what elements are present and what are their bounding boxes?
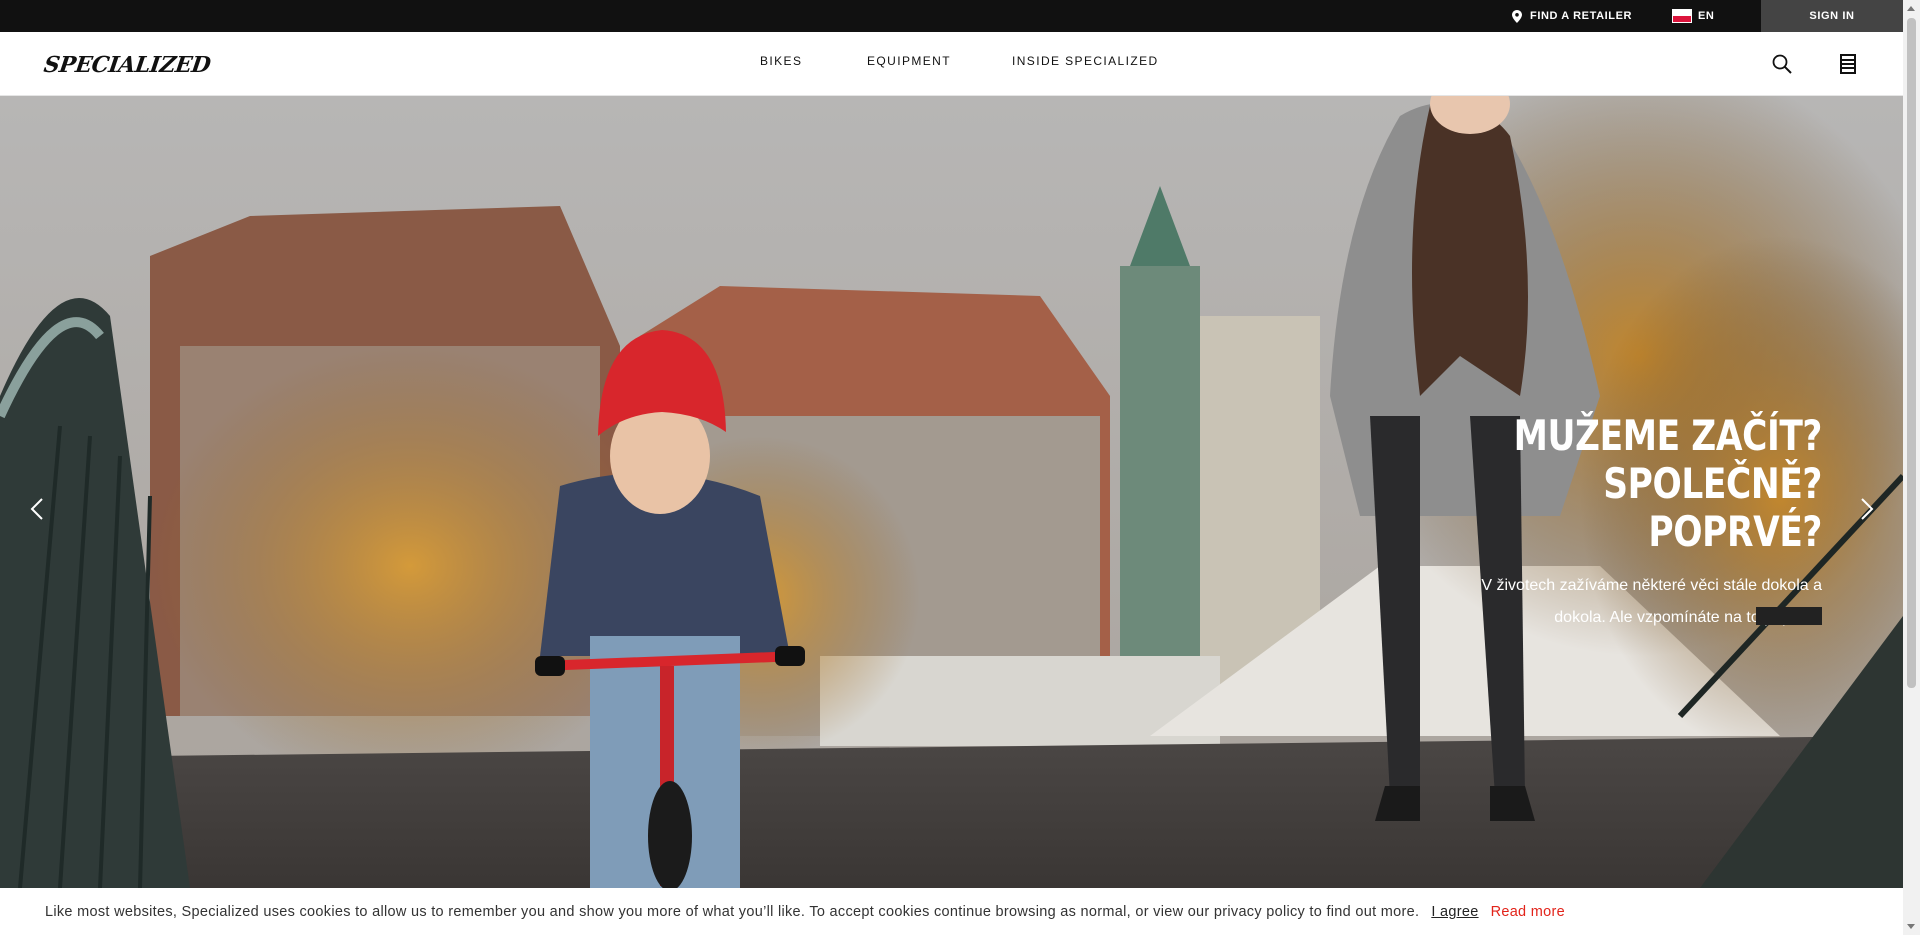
nav-inside-specialized[interactable]: INSIDE SPECIALIZED xyxy=(1012,54,1159,68)
cookie-message: Like most websites, Specialized uses coo… xyxy=(45,903,1420,920)
next-slide-button[interactable] xyxy=(1852,494,1882,524)
search-button[interactable] xyxy=(1770,52,1794,76)
hero-subtitle-line-1: V životech zažíváme některé věci stále d… xyxy=(1481,577,1822,594)
find-retailer-label: FIND A RETAILER xyxy=(1530,10,1633,22)
sign-in-label: SIGN IN xyxy=(1809,10,1855,22)
hero-banner[interactable]: MUŽEME ZAČÍT? SPOLEČNĚ? POPRVÉ? V živote… xyxy=(0,96,1903,888)
cookie-banner: Like most websites, Specialized uses coo… xyxy=(0,888,1903,935)
nav-equipment[interactable]: EQUIPMENT xyxy=(867,54,951,68)
page-scrollbar[interactable] xyxy=(1903,0,1920,935)
find-retailer-link[interactable]: FIND A RETAILER xyxy=(1512,0,1632,32)
main-header: SPECIALIZED BIKES EQUIPMENT INSIDE SPECI… xyxy=(0,32,1903,96)
list-icon xyxy=(1840,54,1856,74)
hero-title-line-2: SPOLEČNĚ? POPRVÉ? xyxy=(1603,459,1822,556)
flag-icon xyxy=(1672,9,1692,23)
scroll-down-arrow-icon[interactable] xyxy=(1907,924,1915,929)
hero-title-line-1: MUŽEME ZAČÍT? xyxy=(1513,411,1823,460)
list-button[interactable] xyxy=(1836,52,1860,76)
cookie-agree-link[interactable]: I agree xyxy=(1431,904,1478,920)
hero-copy: MUŽEME ZAČÍT? SPOLEČNĚ? POPRVÉ? V živote… xyxy=(1402,412,1822,634)
chevron-right-icon xyxy=(1861,498,1874,520)
utility-bar: FIND A RETAILER EN SIGN IN xyxy=(0,0,1903,32)
sign-in-button[interactable]: SIGN IN xyxy=(1761,0,1903,32)
prev-slide-button[interactable] xyxy=(22,494,52,524)
hero-title: MUŽEME ZAČÍT? SPOLEČNĚ? POPRVÉ? xyxy=(1478,411,1823,556)
language-label: EN xyxy=(1698,10,1715,22)
chevron-left-icon xyxy=(30,498,43,520)
nav-bikes[interactable]: BIKES xyxy=(760,54,802,68)
scroll-up-arrow-icon[interactable] xyxy=(1907,6,1915,11)
hero-cta-button[interactable] xyxy=(1756,607,1822,625)
scrollbar-thumb[interactable] xyxy=(1907,18,1916,688)
language-selector[interactable]: EN xyxy=(1672,0,1714,32)
cookie-read-more-link[interactable]: Read more xyxy=(1491,904,1565,920)
specialized-logo[interactable]: SPECIALIZED xyxy=(42,52,212,78)
map-pin-icon xyxy=(1512,9,1522,23)
search-icon xyxy=(1772,54,1792,74)
